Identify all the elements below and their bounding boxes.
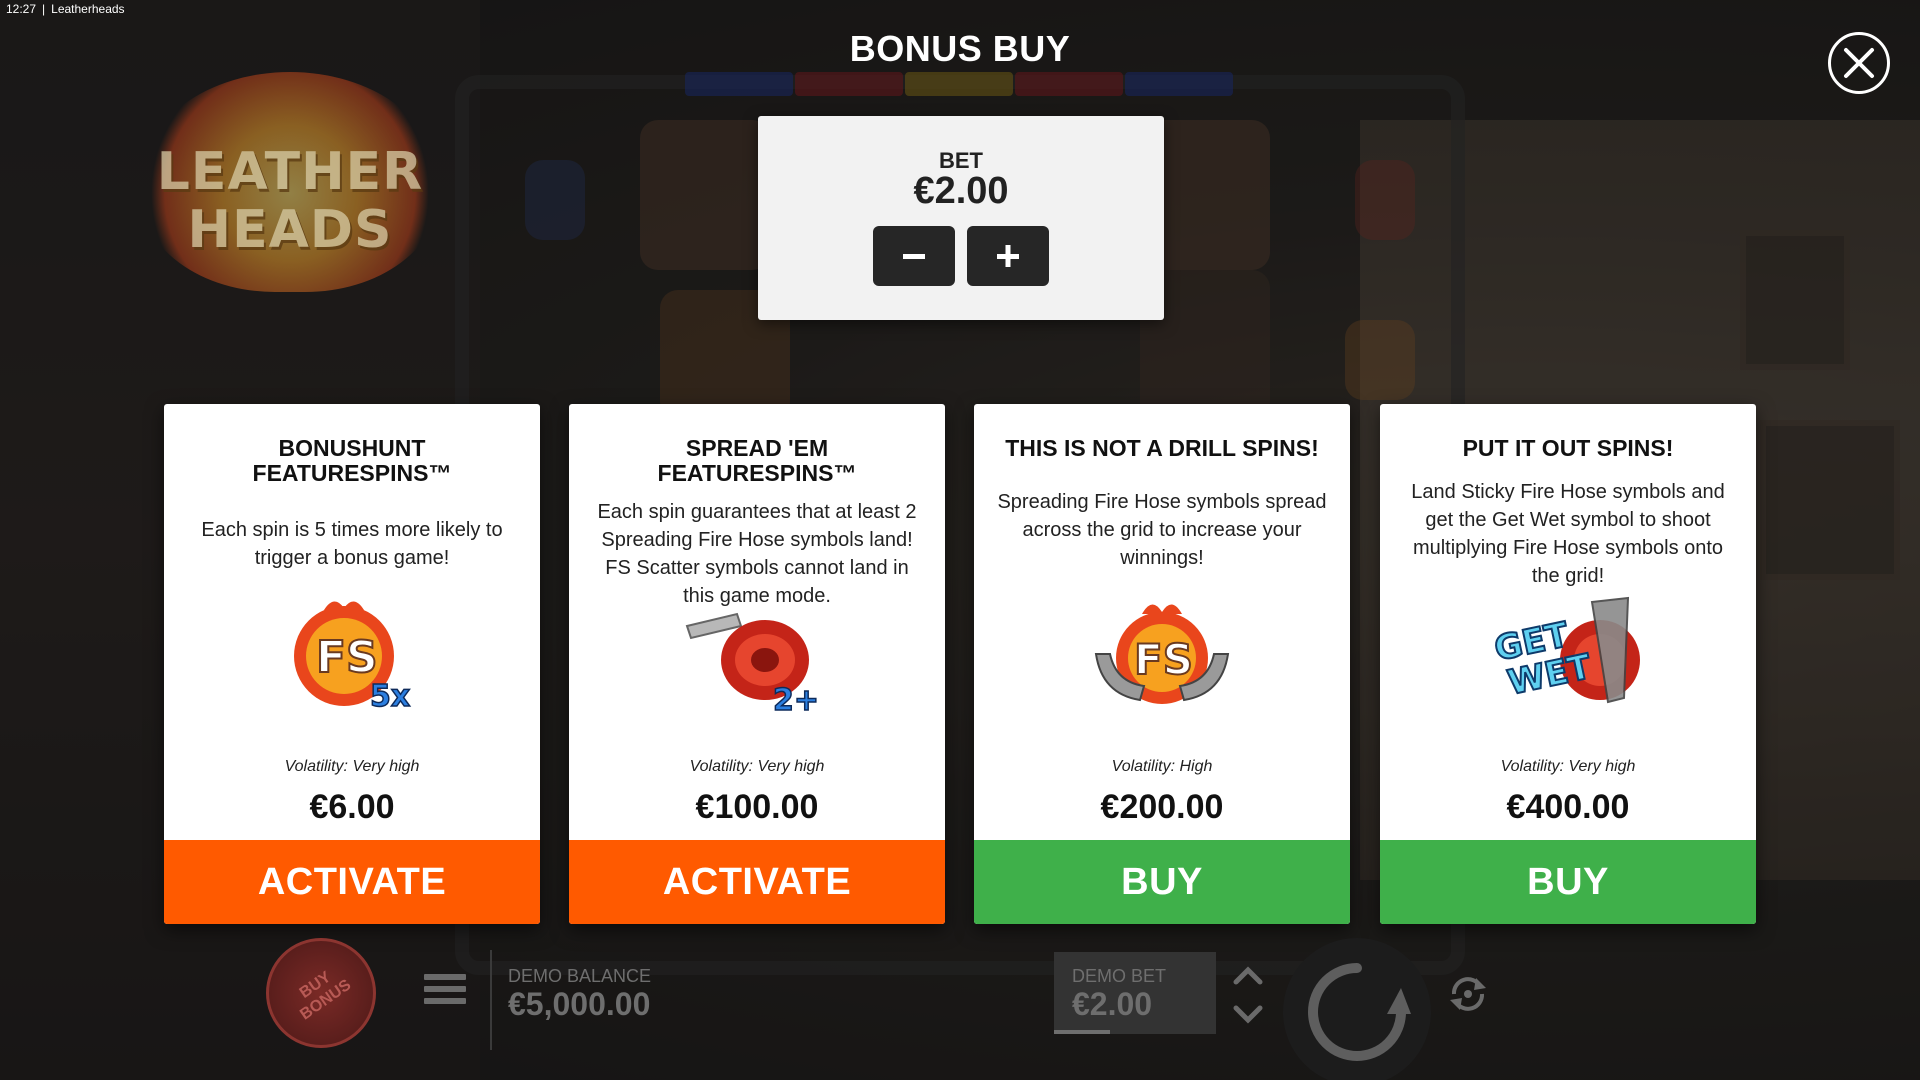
card-volatility: Volatility: High <box>1111 758 1213 775</box>
spin-icon <box>1308 963 1411 1061</box>
buy-bonus-label: BUY BONUS <box>287 962 355 1025</box>
increase-bet-button[interactable] <box>967 226 1049 286</box>
bonus-card-spread-em: SPREAD 'EM FEATURESPINS™ Each spin guara… <box>569 404 945 924</box>
window-title: Leatherheads <box>51 2 125 16</box>
game-logo: LEATHER HEADS <box>140 72 440 292</box>
logo-line1: LEATHER <box>156 142 424 202</box>
card-price: €100.00 <box>695 788 819 826</box>
get-wet-hose-icon: GET WET <box>1490 596 1640 704</box>
card-volatility: Volatility: Very high <box>1500 758 1636 775</box>
card-price: €200.00 <box>1100 788 1224 826</box>
buy-not-a-drill-button[interactable]: BUY <box>974 840 1350 924</box>
card-volatility: Volatility: Very high <box>284 758 420 775</box>
card-title: THIS IS NOT A DRILL SPINS! <box>1005 435 1319 461</box>
buy-bonus-button[interactable]: BUY BONUS <box>266 938 376 1048</box>
autoplay-icon[interactable] <box>1446 972 1490 1016</box>
clock-time: 12:27 <box>6 2 37 16</box>
bonus-card-bonushunt: BONUSHUNT FEATURESPINS™ Each spin is 5 t… <box>164 404 540 924</box>
svg-text:2+: 2+ <box>773 683 819 718</box>
fs-fire-hose-icon: FS <box>1094 604 1230 704</box>
divider <box>490 950 492 1050</box>
card-description: Spreading Fire Hose symbols spread acros… <box>997 491 1327 569</box>
buy-put-it-out-button[interactable]: BUY <box>1380 840 1756 924</box>
activate-bonushunt-button[interactable]: ACTIVATE <box>164 840 540 924</box>
card-title: SPREAD 'EM FEATURESPINS™ <box>657 435 857 486</box>
bonus-card-not-a-drill: THIS IS NOT A DRILL SPINS! Spreading Fir… <box>974 404 1350 924</box>
card-price: €400.00 <box>1506 788 1630 826</box>
logo-line2: HEADS <box>187 200 393 260</box>
svg-text:5x: 5x <box>370 679 410 714</box>
card-title: PUT IT OUT SPINS! <box>1462 435 1674 461</box>
window-status: 12:27 | Leatherheads <box>6 2 125 16</box>
card-volatility: Volatility: Very high <box>689 758 825 775</box>
card-description: Each spin is 5 times more likely to trig… <box>201 519 503 569</box>
close-icon <box>1844 48 1874 78</box>
demo-bet-value: €2.00 <box>1072 986 1153 1022</box>
fs-5x-badge-icon: FS 5x <box>294 601 411 715</box>
decrease-bet-button[interactable] <box>873 226 955 286</box>
close-button[interactable] <box>1828 32 1890 94</box>
svg-text:FS: FS <box>316 632 378 683</box>
demo-balance-value: €5,000.00 <box>508 986 651 1022</box>
bonus-buy-title: BONUS BUY <box>849 28 1071 69</box>
minus-icon <box>903 254 925 259</box>
demo-bet-label: DEMO BET <box>1072 966 1167 986</box>
bet-panel: BET €2.00 <box>758 116 1164 320</box>
bet-value: €2.00 <box>913 170 1009 212</box>
plus-icon <box>997 245 1019 267</box>
svg-text:FS: FS <box>1134 635 1193 684</box>
demo-balance-label: DEMO BALANCE <box>508 966 652 986</box>
activate-spread-em-button[interactable]: ACTIVATE <box>569 840 945 924</box>
bet-arrows-icon[interactable] <box>1228 960 1268 1030</box>
spin-button[interactable] <box>1283 938 1431 1080</box>
card-description: Land Sticky Fire Hose symbols and get th… <box>1411 481 1725 587</box>
bonus-card-put-it-out: PUT IT OUT SPINS! Land Sticky Fire Hose … <box>1380 404 1756 924</box>
demo-bet-underline <box>1054 1030 1110 1034</box>
menu-icon[interactable] <box>424 974 466 1010</box>
card-price: €6.00 <box>309 788 395 826</box>
card-title: BONUSHUNT FEATURESPINS™ <box>252 435 452 486</box>
separator: | <box>42 2 46 16</box>
fire-hose-2plus-icon: 2+ <box>685 612 820 719</box>
